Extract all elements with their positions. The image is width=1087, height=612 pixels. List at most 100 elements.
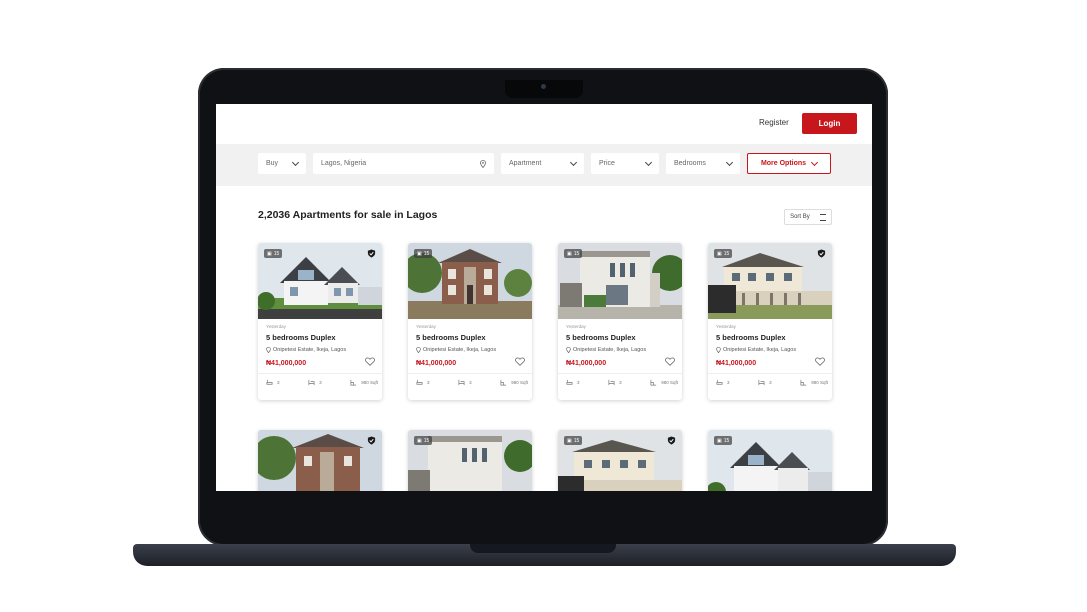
photo-count-badge: ▣ 15 xyxy=(264,249,283,258)
listing-title[interactable]: 5 bedrooms Duplex xyxy=(266,333,374,342)
listing-card[interactable]: ▣ 15 Yesterday 5 bedrooms Duplex Onipete… xyxy=(408,243,532,400)
heart-icon[interactable] xyxy=(365,357,375,366)
listing-photo[interactable]: ▣ 15 xyxy=(558,243,682,319)
listing-photo[interactable]: ▣ 15 xyxy=(708,243,832,319)
area-feature: 980 Sqft xyxy=(500,379,528,386)
apartment-select[interactable]: Apartment xyxy=(501,153,584,174)
bath-feature: 3 xyxy=(416,379,430,386)
listing-photo[interactable]: ▣ 15 xyxy=(708,430,832,491)
listing-photo[interactable]: ▣ 15 xyxy=(408,243,532,319)
verified-shield-icon xyxy=(367,249,376,258)
camera-icon: ▣ xyxy=(417,437,422,444)
bedrooms-select[interactable]: Bedrooms xyxy=(666,153,740,174)
listing-title[interactable]: 5 bedrooms Duplex xyxy=(416,333,524,342)
listing-card[interactable]: ▣ 15 Yesterday 5 bedrooms Duplex Onipete… xyxy=(258,243,382,400)
camera-notch xyxy=(505,80,583,98)
photo-count-badge: ▣ 15 xyxy=(714,436,733,445)
bath-count: 3 xyxy=(277,380,280,385)
listing-title[interactable]: 5 bedrooms Duplex xyxy=(566,333,674,342)
chevron-down-icon xyxy=(569,158,578,166)
bed-count: 3 xyxy=(469,380,472,385)
heart-icon[interactable] xyxy=(665,357,675,366)
location-pin-icon xyxy=(416,347,421,353)
bathtub-icon xyxy=(266,379,273,385)
listing-photo[interactable]: ▣ 15 xyxy=(558,430,682,491)
bed-count: 3 xyxy=(769,380,772,385)
price-select[interactable]: Price xyxy=(591,153,659,174)
listing-price: ₦41,000,000 xyxy=(266,360,307,367)
photo-count-badge: ▣ 15 xyxy=(564,249,583,258)
listing-card[interactable] xyxy=(258,430,382,491)
price-select-label: Price xyxy=(599,160,615,167)
more-options-label: More Options xyxy=(760,160,807,167)
photo-count: 15 xyxy=(723,250,730,257)
bed-feature: 3 xyxy=(608,379,622,386)
top-header: Register Login xyxy=(216,104,872,144)
heart-icon[interactable] xyxy=(815,357,825,366)
photo-count: 15 xyxy=(273,250,280,257)
location-pin-icon xyxy=(716,347,721,353)
bed-icon xyxy=(458,379,465,386)
photo-count-badge: ▣ 15 xyxy=(564,436,583,445)
camera-icon: ▣ xyxy=(567,437,572,444)
listing-card[interactable]: ▣ 15 Yesterday 5 bedrooms Duplex Onipete… xyxy=(708,243,832,400)
listing-price: ₦41,000,000 xyxy=(566,360,607,367)
listing-card[interactable]: ▣ 15 Yesterday 5 bedrooms Duplex Onipete… xyxy=(558,243,682,400)
listing-photo[interactable]: ▣ 15 xyxy=(258,243,382,319)
bath-count: 3 xyxy=(727,380,730,385)
chevron-down-icon xyxy=(644,158,653,166)
screen: Register Login Buy Lagos, Nigeria Apartm… xyxy=(216,104,872,491)
register-link[interactable]: Register xyxy=(759,118,789,127)
area-feature: 980 Sqft xyxy=(800,379,828,386)
listing-features: 3 3 980 Sqft xyxy=(266,379,378,386)
verified-shield-icon xyxy=(667,436,676,445)
location-input[interactable]: Lagos, Nigeria xyxy=(313,153,494,174)
more-options-button[interactable]: More Options xyxy=(747,153,831,174)
listing-location: Onipetesi Estate, Ikeja, Lagos xyxy=(716,347,824,353)
listing-date: Yesterday xyxy=(266,324,286,329)
camera-icon: ▣ xyxy=(267,250,272,257)
area-icon xyxy=(350,379,357,386)
chevron-down-icon xyxy=(811,158,819,166)
listing-location: Onipetesi Estate, Ikeja, Lagos xyxy=(416,347,524,353)
listing-price: ₦41,000,000 xyxy=(716,360,757,367)
photo-count: 15 xyxy=(723,437,730,444)
location-pin-icon xyxy=(266,347,271,353)
buy-select[interactable]: Buy xyxy=(258,153,306,174)
area-icon xyxy=(650,379,657,386)
bed-icon xyxy=(308,379,315,386)
listing-body: Yesterday 5 bedrooms Duplex Onipetesi Es… xyxy=(408,319,532,400)
area-icon xyxy=(500,379,507,386)
listing-card[interactable]: ▣ 15 xyxy=(558,430,682,491)
results-heading: 2,2036 Apartments for sale in Lagos xyxy=(258,209,438,221)
camera-icon: ▣ xyxy=(567,250,572,257)
listing-card[interactable]: ▣ 15 xyxy=(708,430,832,491)
listing-location-text: Onipetesi Estate, Ikeja, Lagos xyxy=(273,347,347,353)
area-icon xyxy=(800,379,807,386)
sort-by-button[interactable]: Sort By xyxy=(784,209,832,225)
listing-date: Yesterday xyxy=(566,324,586,329)
camera-icon: ▣ xyxy=(717,250,722,257)
listing-features: 3 3 980 Sqft xyxy=(716,379,828,386)
listing-photo[interactable]: ▣ 15 xyxy=(408,430,532,491)
heart-icon[interactable] xyxy=(515,357,525,366)
bed-feature: 3 xyxy=(458,379,472,386)
chevron-down-icon xyxy=(291,158,300,166)
listing-title[interactable]: 5 bedrooms Duplex xyxy=(716,333,824,342)
verified-shield-icon xyxy=(367,436,376,445)
bed-feature: 3 xyxy=(758,379,772,386)
buy-select-label: Buy xyxy=(266,160,279,167)
listing-location-text: Onipetesi Estate, Ikeja, Lagos xyxy=(573,347,647,353)
sort-icon xyxy=(819,213,826,221)
bath-count: 3 xyxy=(577,380,580,385)
listing-photo[interactable] xyxy=(258,430,382,491)
login-button[interactable]: Login xyxy=(802,113,857,134)
listing-location-text: Onipetesi Estate, Ikeja, Lagos xyxy=(423,347,497,353)
bathtub-icon xyxy=(566,379,573,385)
camera-icon xyxy=(541,84,546,89)
chevron-down-icon xyxy=(725,158,734,166)
bath-count: 3 xyxy=(427,380,430,385)
listing-card[interactable]: ▣ 15 xyxy=(408,430,532,491)
bed-count: 3 xyxy=(619,380,622,385)
photo-count: 15 xyxy=(573,437,580,444)
